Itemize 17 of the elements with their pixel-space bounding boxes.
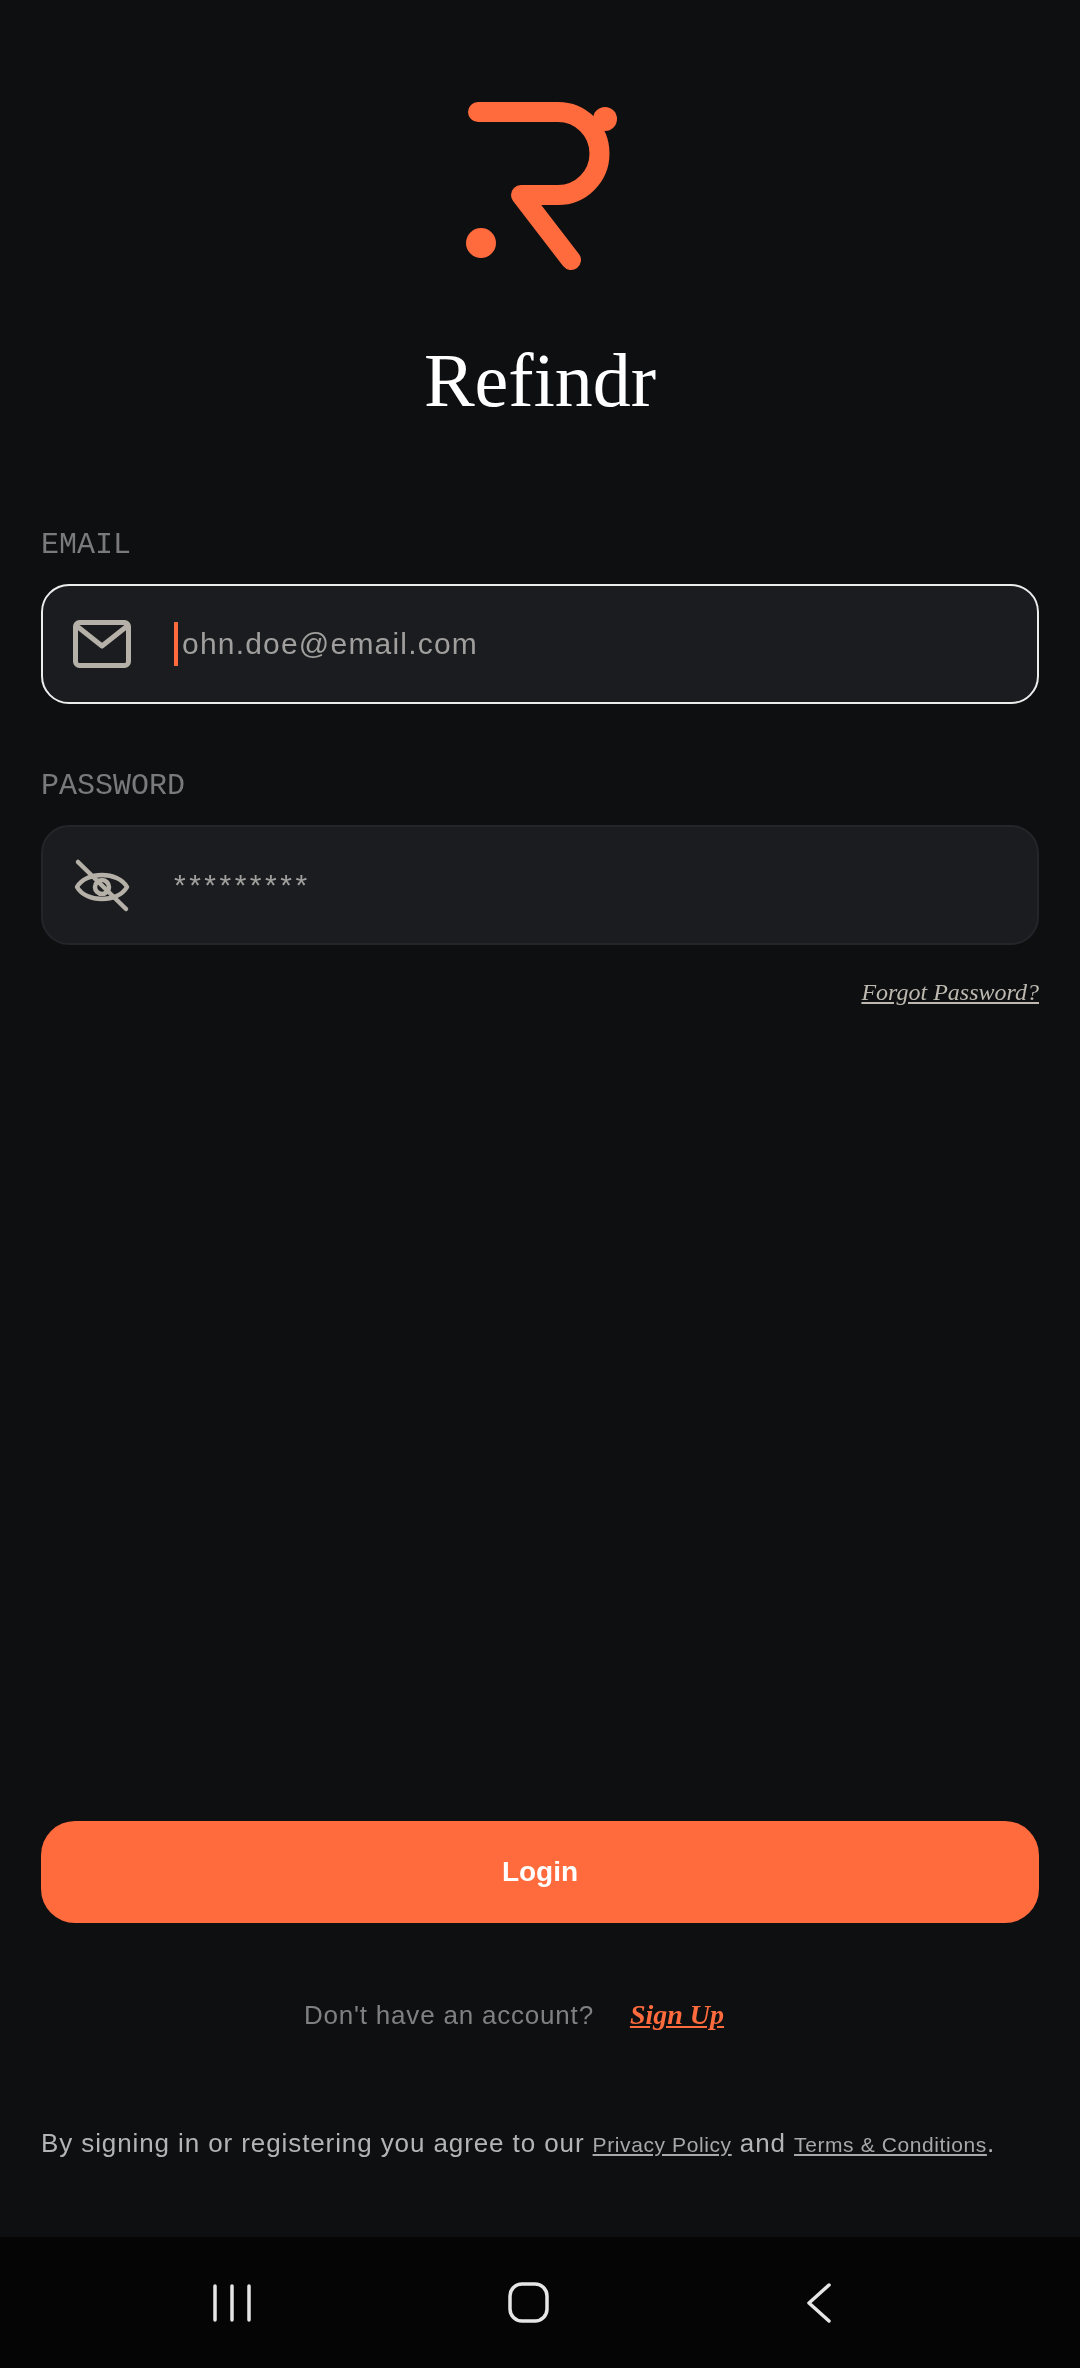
legal-notice: By signing in or registering you agree to our Privacy Policy and Terms & Conditions.: [41, 2127, 996, 2160]
eye-off-icon[interactable]: [73, 857, 131, 913]
email-label: EMAIL: [41, 530, 131, 560]
terms-link[interactable]: Terms & Conditions: [794, 2133, 987, 2156]
privacy-policy-link[interactable]: Privacy Policy: [592, 2133, 732, 2156]
recent-apps-icon[interactable]: [212, 2283, 251, 2322]
password-field[interactable]: *********: [41, 825, 1039, 945]
forgot-password-link[interactable]: Forgot Password?: [861, 980, 1039, 1004]
back-icon[interactable]: [805, 2282, 832, 2323]
signup-prompt: Don't have an account?: [303, 2002, 594, 2028]
email-field[interactable]: ohn.doe@email.com: [41, 584, 1039, 704]
home-icon[interactable]: [507, 2282, 549, 2323]
text-cursor-icon: [174, 622, 178, 666]
sign-up-link[interactable]: Sign Up: [629, 2001, 725, 2029]
app-title: Refindr: [423, 342, 657, 418]
mail-icon: [73, 620, 131, 668]
password-label: PASSWORD: [41, 771, 186, 801]
